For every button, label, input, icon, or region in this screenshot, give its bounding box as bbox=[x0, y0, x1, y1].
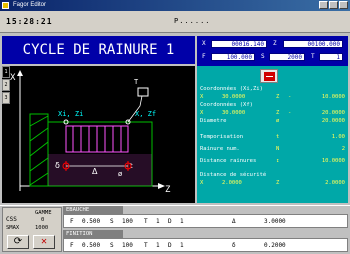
z-label: Z bbox=[273, 40, 277, 47]
finition-row[interactable]: F 0.500 S 100 T 1 D 1 δ 0.2000 bbox=[63, 238, 348, 252]
grooving-diagram: X Z δ t Δ ø Xi, Zi X, Zf T bbox=[10, 70, 171, 195]
x-axis-arrow bbox=[17, 70, 23, 76]
delta-symbol: δ bbox=[55, 161, 60, 170]
side-tabs: 1 2 3 bbox=[2, 66, 10, 116]
z-value-field[interactable]: 00100.000 bbox=[283, 40, 343, 48]
cycle-icon bbox=[264, 72, 275, 81]
zi-value[interactable]: 10.0000 bbox=[322, 94, 345, 100]
param-secu-row[interactable]: X 2.0000 Z 2.0000 bbox=[200, 180, 347, 186]
cycle-header: CYCLE DE RAINURE 1 bbox=[2, 36, 195, 64]
ebauche-f-value[interactable]: 0.500 bbox=[82, 218, 100, 225]
x-label: X bbox=[202, 40, 206, 47]
param-distance[interactable]: Distance rainures ↕ 10.0000 bbox=[200, 158, 347, 164]
f-label: F bbox=[202, 53, 206, 60]
finition-t-value[interactable]: 1 bbox=[156, 242, 160, 249]
smax-label: SMAX bbox=[6, 225, 20, 231]
s-label: S bbox=[261, 53, 265, 60]
coordinate-box: X 00016.140 Z 00100.000 F 100.000 S 2000… bbox=[197, 36, 348, 66]
xf-zf-label: X, Zf bbox=[135, 110, 156, 118]
finition-f-value[interactable]: 0.500 bbox=[82, 242, 100, 249]
x-value-field[interactable]: 00016.140 bbox=[211, 40, 267, 48]
finition-delta-value[interactable]: 0.2000 bbox=[264, 242, 286, 249]
distance-value[interactable]: 10.0000 bbox=[322, 158, 345, 164]
param-xi-zi-row[interactable]: X 30.0000 Z - 10.0000 bbox=[200, 94, 347, 100]
clock: 15:28:21 bbox=[6, 17, 53, 26]
zf-value[interactable]: 20.0000 bbox=[322, 110, 345, 116]
xf-value[interactable]: 30.0000 bbox=[222, 110, 245, 116]
f-value-field[interactable]: 100.000 bbox=[211, 53, 255, 61]
side-tab-3[interactable]: 3 bbox=[2, 92, 10, 104]
spindle-settings: CSS GAMME 0 SMAX 1000 ⟳ ✕ bbox=[2, 207, 62, 252]
finition-d-value[interactable]: 1 bbox=[180, 242, 184, 249]
window-title: Fagor Editor bbox=[13, 2, 47, 8]
ebauche-s-value[interactable]: 100 bbox=[122, 218, 133, 225]
finition-header: FINITION bbox=[63, 230, 123, 238]
s-value-field[interactable]: 2000 bbox=[269, 53, 305, 61]
gamme-value[interactable]: 0 bbox=[41, 217, 44, 223]
close-button[interactable] bbox=[339, 1, 348, 9]
delta2-symbol: Δ bbox=[92, 167, 98, 176]
ebauche-header: EBAUCHE bbox=[63, 206, 123, 214]
css-label: CSS bbox=[6, 216, 17, 223]
tool-label: T bbox=[134, 78, 139, 86]
cycle-title: CYCLE DE RAINURE 1 bbox=[22, 42, 175, 58]
param-secu: Distance de sécurité bbox=[200, 172, 267, 178]
hatch-line bbox=[29, 157, 49, 172]
ebauche-d-value[interactable]: 1 bbox=[180, 218, 184, 225]
secu-z-value[interactable]: 2.0000 bbox=[325, 180, 345, 186]
title-bar: Fagor Editor bbox=[0, 0, 350, 11]
hatch-line bbox=[29, 127, 49, 142]
cycle-drawing: X Z δ t Δ ø Xi, Zi X, Zf T bbox=[2, 66, 195, 203]
param-coord-final: Coordonnées (Xf) bbox=[200, 102, 253, 108]
x-axis-label: X bbox=[10, 73, 16, 83]
minimize-button[interactable] bbox=[319, 1, 328, 9]
smax-value[interactable]: 1000 bbox=[35, 225, 48, 231]
maximize-button[interactable] bbox=[329, 1, 338, 9]
z-axis-label: Z bbox=[165, 185, 171, 195]
ebauche-row[interactable]: F 0.500 S 100 T 1 D 1 Δ 3.0000 bbox=[63, 214, 348, 228]
status-bar: 15:28:21 P...... bbox=[0, 11, 350, 33]
gamme-label: GAMME bbox=[35, 210, 52, 216]
t-value-field[interactable]: 1 bbox=[319, 53, 343, 61]
coolant-off-icon[interactable]: ✕ bbox=[33, 235, 55, 249]
side-tab-2[interactable]: 2 bbox=[2, 79, 10, 91]
ebauche-t-value[interactable]: 1 bbox=[156, 218, 160, 225]
diam-symbol: ø bbox=[118, 170, 123, 178]
param-tempo[interactable]: Temporisation t 1.00 bbox=[200, 134, 347, 140]
hatch-line bbox=[29, 172, 49, 186]
secu-x-value[interactable]: 2.0000 bbox=[222, 180, 242, 186]
approach-path bbox=[127, 95, 143, 123]
z-axis-arrow bbox=[158, 183, 165, 189]
program-name: P...... bbox=[174, 17, 211, 25]
spindle-direction-icon[interactable]: ⟳ bbox=[7, 235, 29, 249]
app-icon bbox=[2, 2, 9, 9]
hatch-line bbox=[29, 141, 49, 157]
xi-zi-label: Xi, Zi bbox=[58, 110, 83, 118]
cycle-icon-button[interactable] bbox=[260, 69, 278, 83]
param-diametre[interactable]: Diametre ø 20.0000 bbox=[200, 118, 347, 124]
diametre-value[interactable]: 20.0000 bbox=[322, 118, 345, 124]
finition-s-value[interactable]: 100 bbox=[122, 242, 133, 249]
material-area bbox=[48, 154, 152, 186]
rainure-value[interactable]: 2 bbox=[342, 146, 345, 152]
param-coord-initial: Coordonnées (Xi,Zi) bbox=[200, 86, 263, 92]
param-xf-zf-row[interactable]: X 30.0000 Z - 20.0000 bbox=[200, 110, 347, 116]
side-tab-1[interactable]: 1 bbox=[2, 66, 10, 78]
xi-value[interactable]: 30.0000 bbox=[222, 94, 245, 100]
hatch-line bbox=[29, 115, 49, 127]
tool-holder bbox=[137, 87, 149, 97]
tempo-value[interactable]: 1.00 bbox=[332, 134, 345, 140]
t-label: T bbox=[311, 53, 315, 60]
param-rainure[interactable]: Rainure num. N 2 bbox=[200, 146, 347, 152]
ebauche-delta-value[interactable]: 3.0000 bbox=[264, 218, 286, 225]
